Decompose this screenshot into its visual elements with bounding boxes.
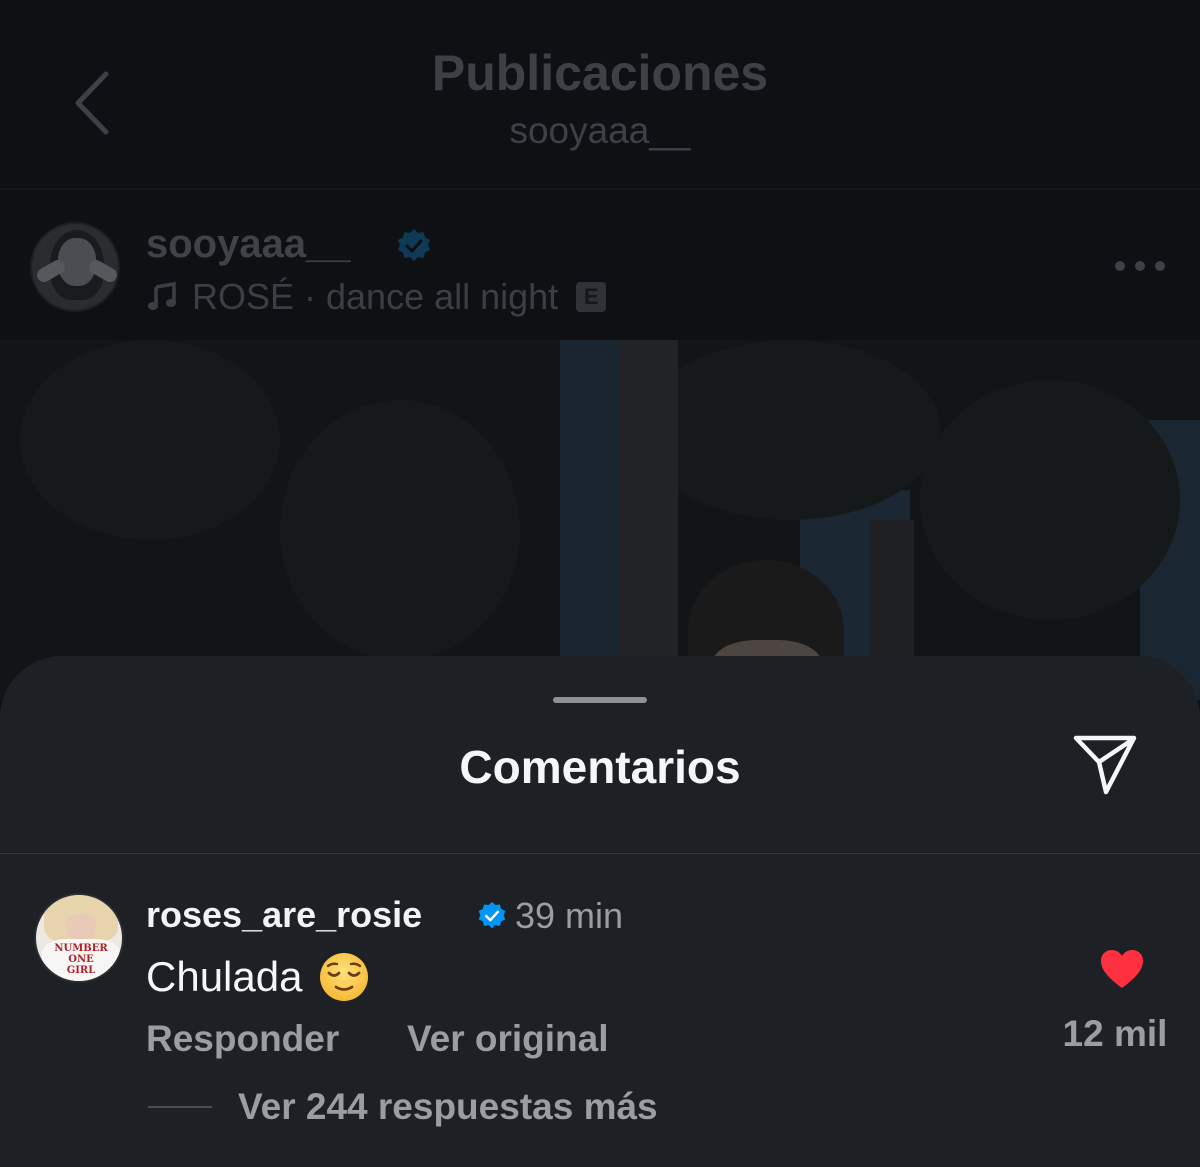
more-options-icon[interactable] [1112, 258, 1168, 274]
see-original-button[interactable]: Ver original [407, 1018, 609, 1060]
like-count: 12 mil [1062, 1013, 1168, 1054]
music-note-icon [148, 281, 176, 310]
comment-author-avatar[interactable]: NUMBER ONE GIRL [34, 893, 124, 983]
top-navigation-bar: Publicaciones sooyaaa__ [0, 0, 1200, 190]
comment-timestamp: 39 min [515, 895, 624, 936]
comment-author-username[interactable]: roses_are_rosie [146, 894, 422, 936]
replies-connector-line [148, 1106, 212, 1108]
comment-body: Chulada [146, 951, 370, 1003]
post-music-info[interactable]: ROSÉ · dance all night E [146, 276, 607, 318]
post-music-label: ROSÉ · dance all night [192, 276, 559, 317]
explicit-badge: E [576, 282, 607, 312]
comments-title: Comentarios [459, 741, 741, 793]
post-author-username[interactable]: sooyaaa__ [146, 222, 351, 267]
sheet-grabber-handle[interactable] [553, 697, 647, 703]
comment-text: Chulada [146, 953, 303, 1000]
verified-badge-icon [398, 229, 430, 261]
post-author-avatar[interactable] [30, 222, 120, 312]
post-photo [0, 340, 1200, 700]
avatar-shirt-print: NUMBER ONE GIRL [54, 943, 108, 976]
verified-badge-icon [478, 901, 506, 929]
page-subtitle-username: sooyaaa__ [509, 110, 691, 151]
view-replies-button[interactable]: Ver 244 respuestas más [238, 1086, 658, 1128]
post-header: sooyaaa__ ROSÉ · dance all night E [0, 192, 1200, 340]
heart-like-icon[interactable] [1099, 948, 1145, 990]
reply-button[interactable]: Responder [146, 1018, 339, 1060]
share-send-icon[interactable] [1070, 734, 1140, 796]
sheet-divider [0, 853, 1200, 854]
page-title: Publicaciones [431, 45, 769, 101]
relieved-face-emoji-icon [320, 953, 369, 1001]
